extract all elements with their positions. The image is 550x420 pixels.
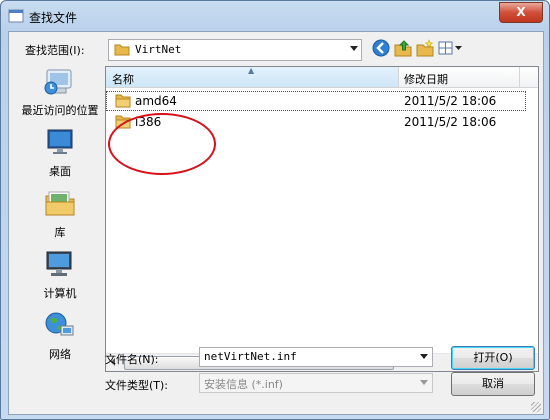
place-libraries[interactable]: 库 <box>15 188 105 240</box>
recent-places-icon <box>44 69 72 95</box>
new-folder-icon[interactable] <box>415 38 435 58</box>
place-label: 库 <box>54 226 66 239</box>
place-label: 网络 <box>49 348 71 361</box>
chevron-down-icon <box>420 380 428 385</box>
find-file-dialog: 查找文件 X 查找范围(I): VirtNet 最近访问的位置 桌面 库 计算机… <box>0 0 550 420</box>
list-header: ▲ 名称 修改日期 <box>106 66 538 88</box>
look-in-value: VirtNet <box>135 43 182 56</box>
place-label: 桌面 <box>49 165 71 178</box>
network-icon <box>45 312 74 336</box>
file-name: amd64 <box>135 94 177 108</box>
filetype-value: 安装信息 (*.inf) <box>204 378 283 391</box>
filename-label: 文件名(N): <box>105 353 159 366</box>
file-date: 2011/5/2 18:06 <box>404 94 497 108</box>
up-folder-icon[interactable] <box>393 38 413 58</box>
chevron-down-icon[interactable] <box>420 354 428 359</box>
list-item[interactable]: amd64 2011/5/2 18:06 <box>106 91 526 111</box>
place-label: 计算机 <box>43 287 77 300</box>
look-in-label: 查找范围(I): <box>25 44 85 57</box>
place-recent[interactable]: 最近访问的位置 <box>15 66 105 118</box>
filename-input[interactable]: netVirtNet.inf <box>199 347 433 367</box>
file-date: 2011/5/2 18:06 <box>404 115 497 129</box>
desktop-icon <box>47 129 73 154</box>
filetype-label: 文件类型(T): <box>105 379 169 392</box>
computer-icon <box>46 251 72 276</box>
back-icon[interactable] <box>371 38 391 58</box>
dialog-body: 查找范围(I): VirtNet 最近访问的位置 桌面 库 计算机 网络 ▲ 名… <box>8 31 544 415</box>
place-computer[interactable]: 计算机 <box>15 249 105 301</box>
cancel-button[interactable]: 取消 <box>451 372 535 396</box>
file-list[interactable]: ▲ 名称 修改日期 amd64 2011/5/2 18:06 i386 2011… <box>105 66 539 372</box>
column-header-name[interactable]: ▲ 名称 <box>106 66 399 87</box>
title-bar[interactable]: 查找文件 X <box>1 1 549 31</box>
place-network[interactable]: 网络 <box>15 310 105 362</box>
place-label: 最近访问的位置 <box>21 104 99 117</box>
look-in-dropdown[interactable]: VirtNet <box>108 39 362 61</box>
places-bar: 最近访问的位置 桌面 库 计算机 网络 <box>15 66 105 366</box>
libraries-icon <box>45 191 75 216</box>
filename-value: netVirtNet.inf <box>204 350 297 363</box>
view-menu-icon[interactable] <box>437 38 465 58</box>
folder-icon <box>115 94 131 108</box>
highlight-circle <box>108 113 216 175</box>
resize-grip[interactable] <box>531 402 541 412</box>
window-title: 查找文件 <box>29 11 78 25</box>
close-button[interactable]: X <box>499 2 543 23</box>
column-header-date[interactable]: 修改日期 <box>399 67 520 87</box>
sort-ascending-icon: ▲ <box>248 66 255 75</box>
window-icon <box>8 9 24 23</box>
chevron-down-icon <box>350 46 358 51</box>
open-button[interactable]: 打开(O) <box>451 346 535 370</box>
filetype-dropdown[interactable]: 安装信息 (*.inf) <box>199 373 433 393</box>
folder-icon <box>114 44 130 56</box>
place-desktop[interactable]: 桌面 <box>15 127 105 179</box>
